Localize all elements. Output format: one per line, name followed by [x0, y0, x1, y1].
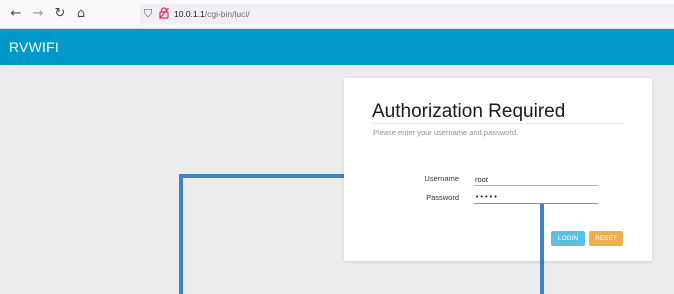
insecure-lock-icon[interactable] [159, 7, 169, 23]
login-instructions: Please enter your username and password. [373, 128, 519, 137]
reset-button[interactable]: RESET [589, 231, 623, 246]
shield-icon[interactable]: ⛉ [144, 7, 152, 21]
title-divider [370, 123, 624, 124]
url-text[interactable]: 10.0.1.1/cgi-bin/luci/ [174, 8, 250, 21]
app-header: RVWIFI [0, 29, 674, 65]
page-title: Authorization Required [372, 101, 566, 122]
url-path: /cgi-bin/luci/ [204, 9, 250, 19]
forward-arrow-icon[interactable]: → [30, 6, 46, 22]
brand-title[interactable]: RVWIFI [9, 38, 59, 56]
annotation-line-right-vertical-overlay [540, 204, 544, 261]
username-field[interactable] [474, 173, 598, 186]
password-label: Password [426, 193, 459, 202]
browser-toolbar: ← → ↻ ⌂ ⛉ 10.0.1.1/cgi-bin/luci/ [0, 0, 674, 29]
reload-icon[interactable]: ↻ [52, 6, 68, 22]
lock-strike-svg [159, 7, 169, 19]
username-label: Username [424, 174, 459, 183]
login-button[interactable]: LOGIN [551, 231, 585, 246]
annotation-line-left-vertical [179, 174, 183, 294]
password-field[interactable] [474, 191, 598, 204]
url-host: 10.0.1.1 [174, 9, 205, 19]
login-card: Authorization Required Please enter your… [344, 78, 652, 261]
home-icon[interactable]: ⌂ [73, 6, 89, 22]
address-bar[interactable]: ⛉ 10.0.1.1/cgi-bin/luci/ [140, 4, 674, 25]
back-arrow-icon[interactable]: ← [8, 6, 24, 22]
